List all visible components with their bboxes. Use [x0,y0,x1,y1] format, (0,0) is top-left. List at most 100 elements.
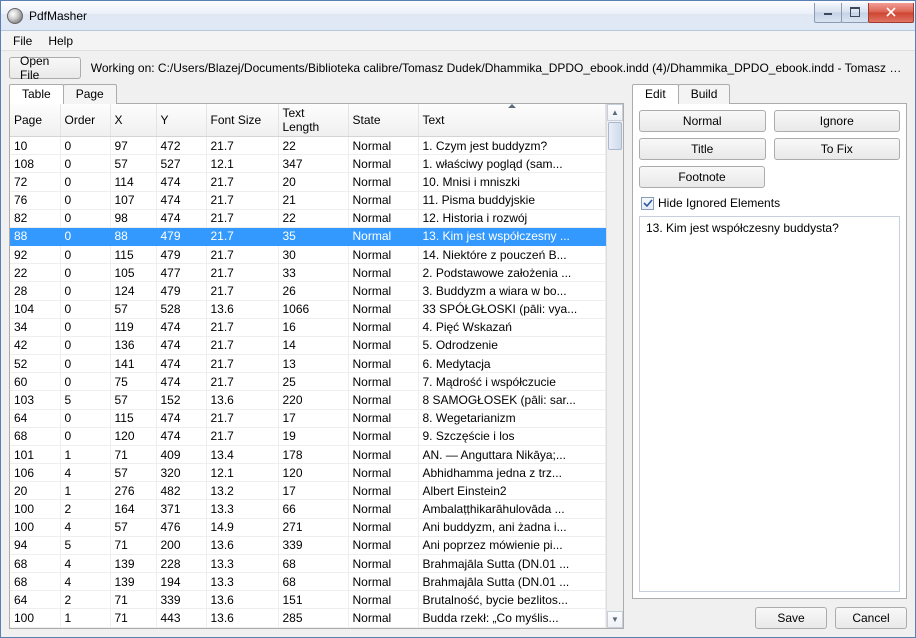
cell-tl: 66 [278,500,348,518]
tab-page[interactable]: Page [63,84,117,104]
cancel-button[interactable]: Cancel [835,607,907,629]
table-row[interactable]: 10017144313.6285NormalBudda rzekł: „Co m… [10,609,606,628]
maximize-button[interactable] [841,3,869,23]
table-row[interactable]: 8209847421.722Normal12. Historia i rozwó… [10,209,606,227]
element-text-input[interactable] [639,216,900,592]
table-row[interactable]: 68413922813.368NormalBrahmajāla Sutta (D… [10,554,606,572]
scroll-up-button[interactable]: ▲ [607,104,623,121]
table-row[interactable]: 10045747614.9271NormalAni buddyzm, ani ż… [10,518,606,536]
table-row[interactable]: 10805752712.1347Normal1. właściwy pogląd… [10,155,606,173]
normal-button[interactable]: Normal [639,110,766,132]
cell-page: 101 [10,445,60,463]
col-page[interactable]: Page [10,104,60,137]
table-row[interactable]: 28012447921.726Normal3. Buddyzm a wiara … [10,282,606,300]
menu-file[interactable]: File [5,33,40,49]
cell-tl: 26 [278,282,348,300]
save-button[interactable]: Save [755,607,827,629]
cell-tl: 13 [278,355,348,373]
cell-text: Brutalność, bycie bezlitos... [418,591,606,609]
cell-text: 33 SPÓŁGŁOSKI (pāli: vya... [418,300,606,318]
table-row[interactable]: 64011547421.717Normal8. Wegetarianizm [10,409,606,427]
cell-order: 1 [60,445,110,463]
table-row[interactable]: 10405752813.61066Normal33 SPÓŁGŁOSKI (pā… [10,300,606,318]
minimize-button[interactable] [814,3,842,23]
ignore-button[interactable]: Ignore [774,110,901,132]
table-row[interactable]: 6007547421.725Normal7. Mądrość i współcz… [10,373,606,391]
cell-text: Budda rzekł: „Co myślis... [418,609,606,628]
cell-order: 0 [60,336,110,354]
col-textlength[interactable]: Text Length [278,104,348,137]
table-row[interactable]: 76010747421.721Normal11. Pisma buddyjski… [10,191,606,209]
col-order[interactable]: Order [60,104,110,137]
col-state[interactable]: State [348,104,418,137]
table-row[interactable]: 1009747221.722Normal1. Czym jest buddyzm… [10,137,606,155]
cell-order: 5 [60,536,110,554]
table-row[interactable]: 52014147421.713Normal6. Medytacja [10,355,606,373]
cell-x: 75 [110,373,156,391]
cell-state: Normal [348,282,418,300]
col-text[interactable]: Text [418,104,606,137]
cell-page: 88 [10,227,60,245]
cell-fs: 21.7 [206,209,278,227]
cell-tl: 20 [278,173,348,191]
table-row[interactable]: 22010547721.733Normal2. Podstawowe założ… [10,264,606,282]
table-row[interactable]: 92011547921.730Normal14. Niektóre z pouc… [10,246,606,264]
table-row[interactable]: 68012047421.719Normal9. Szczęście i los [10,427,606,445]
cell-state: Normal [348,318,418,336]
cell-fs: 21.7 [206,191,278,209]
table-row[interactable]: 8808847921.735Normal13. Kim jest współcz… [10,227,606,245]
table-row[interactable]: 10117140913.4178NormalAN. — Anguttara Ni… [10,445,606,463]
cell-order: 1 [60,482,110,500]
table-row[interactable]: 68413919413.368NormalBrahmajāla Sutta (D… [10,573,606,591]
scroll-down-button[interactable]: ▼ [607,611,623,628]
table-row[interactable]: 34011947421.716Normal4. Pięć Wskazań [10,318,606,336]
scroll-thumb[interactable] [608,122,622,150]
cell-page: 64 [10,591,60,609]
cell-fs: 13.2 [206,482,278,500]
table-row[interactable]: 100216437113.366NormalAmbalaṭṭhikarāhulo… [10,500,606,518]
vertical-scrollbar[interactable]: ▲ ▼ [606,104,623,628]
cell-text: 1. właściwy pogląd (sam... [418,155,606,173]
table-row[interactable]: 20127648213.217NormalAlbert Einstein2 [10,482,606,500]
tofix-button[interactable]: To Fix [774,138,901,160]
tab-build[interactable]: Build [678,84,731,104]
cell-y: 474 [156,427,206,445]
col-x[interactable]: X [110,104,156,137]
cell-x: 139 [110,554,156,572]
cell-page: 60 [10,373,60,391]
title-button[interactable]: Title [639,138,766,160]
cell-order: 0 [60,137,110,155]
table-row[interactable]: 6427133913.6151NormalBrutalność, bycie b… [10,591,606,609]
close-button[interactable] [868,3,914,23]
table-row[interactable]: 42013647421.714Normal5. Odrodzenie [10,336,606,354]
col-y[interactable]: Y [156,104,206,137]
cell-fs: 21.7 [206,137,278,155]
cell-tl: 25 [278,373,348,391]
open-file-button[interactable]: Open File [9,57,81,79]
col-fontsize[interactable]: Font Size [206,104,278,137]
cell-order: 0 [60,373,110,391]
cell-text: Ambalaṭṭhikarāhulovāda ... [418,500,606,518]
table-row[interactable]: 9457120013.6339NormalAni poprzez mówieni… [10,536,606,554]
cell-state: Normal [348,573,418,591]
cell-fs: 13.6 [206,536,278,554]
menu-help[interactable]: Help [40,33,81,49]
hide-ignored-checkbox[interactable] [641,197,654,210]
footnote-button[interactable]: Footnote [639,166,765,188]
tab-table[interactable]: Table [9,84,64,104]
table-row[interactable]: 10645732012.1120NormalAbhidhamma jedna z… [10,464,606,482]
cell-y: 479 [156,282,206,300]
cell-state: Normal [348,373,418,391]
elements-table[interactable]: Page Order X Y Font Size Text Length Sta… [10,104,606,628]
cell-order: 5 [60,391,110,409]
cell-y: 527 [156,155,206,173]
cell-x: 107 [110,191,156,209]
cell-order: 4 [60,554,110,572]
cell-x: 115 [110,409,156,427]
sort-indicator-icon [508,104,516,108]
cell-fs: 21.7 [206,173,278,191]
table-row[interactable]: 10355715213.6220Normal8 SAMOGŁOSEK (pāli… [10,391,606,409]
cell-order: 0 [60,427,110,445]
tab-edit[interactable]: Edit [632,84,679,104]
table-row[interactable]: 72011447421.720Normal10. Mnisi i mniszki [10,173,606,191]
